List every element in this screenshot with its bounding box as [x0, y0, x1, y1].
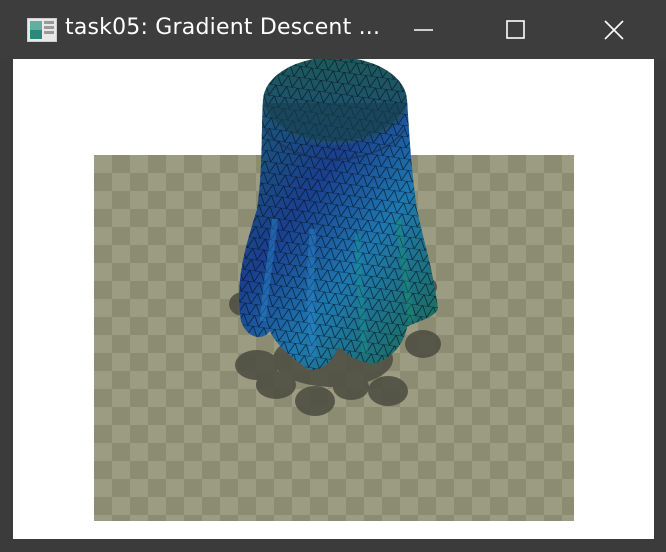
maximize-icon	[506, 19, 525, 39]
draped-cloth-mesh	[239, 59, 438, 370]
app-window: task05: Gradient Descent ...	[0, 0, 666, 552]
close-icon	[604, 19, 624, 40]
title-bar[interactable]: task05: Gradient Descent ...	[0, 0, 666, 59]
app-icon	[27, 18, 57, 42]
render-viewport[interactable]	[13, 59, 654, 539]
minimize-button[interactable]	[378, 0, 470, 59]
close-button[interactable]	[562, 0, 666, 59]
window-title: task05: Gradient Descent ...	[65, 15, 381, 40]
maximize-button[interactable]	[470, 0, 562, 59]
minimize-icon	[414, 28, 433, 31]
scene-render[interactable]	[13, 59, 654, 539]
